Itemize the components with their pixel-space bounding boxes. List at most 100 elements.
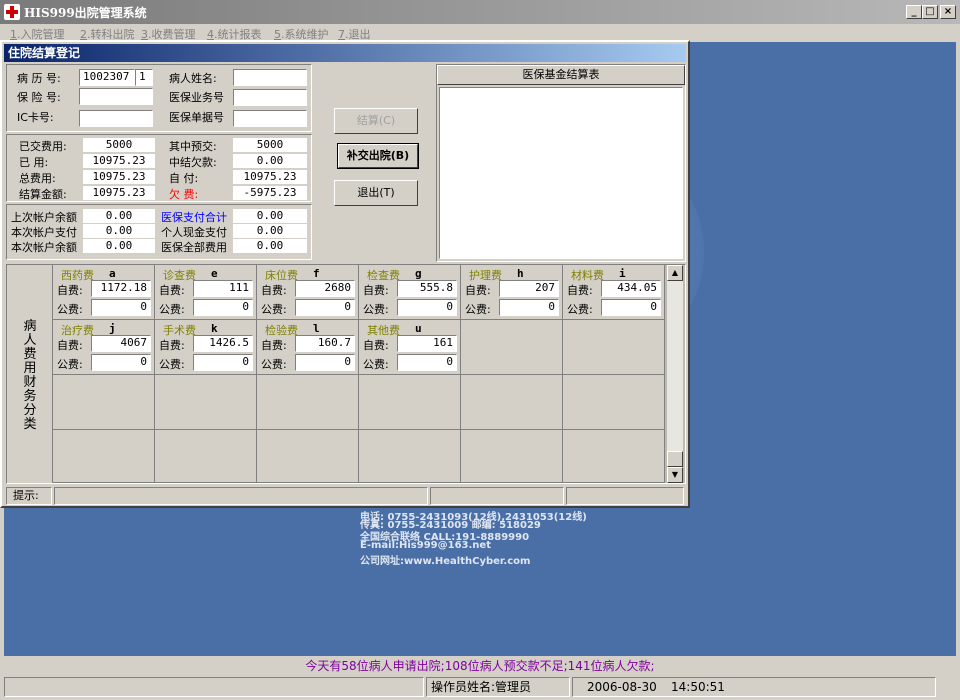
status-datetime: 2006-08-30 14:50:51 [572, 677, 936, 697]
fee-cell-u: 其他费 u 自费: 161 公费: 0 [359, 320, 461, 375]
public-fee-field[interactable]: 0 [193, 299, 253, 316]
used-label: 已 用: [19, 156, 49, 169]
fee-cell-a: 西药费 a 自费: 1172.18 公费: 0 [53, 265, 155, 320]
grid-side-header: 病人费用财务分类 [7, 265, 53, 483]
scroll-up-icon[interactable]: ▲ [667, 265, 683, 281]
public-fee-field[interactable]: 0 [397, 354, 457, 371]
ins-bill-label: 医保单据号 [169, 111, 224, 124]
public-fee-field[interactable]: 0 [295, 299, 355, 316]
record-seq-field[interactable]: 1 [135, 69, 153, 86]
side-label: 病人费用财务分类 [23, 319, 37, 432]
fee-cell-e: 诊查费 e 自费: 111 公费: 0 [155, 265, 257, 320]
total-label: 总费用: [19, 172, 56, 185]
account-group: 上次帐户余额 0.00 本次帐户支付 0.00 本次帐户余额 0.00 医保支付… [6, 204, 312, 260]
record-no-label: 病 历 号: [17, 72, 61, 85]
fund-settlement-panel: 医保基金结算表 [436, 64, 686, 262]
self-pay-value: 10975.23 [233, 170, 307, 184]
empty-cell [359, 430, 461, 483]
grid-scrollbar[interactable]: ▲ ▼ [667, 265, 683, 483]
status-date: 2006-08-30 [587, 680, 657, 694]
self-fee-field[interactable]: 434.05 [601, 280, 661, 297]
patient-name-field[interactable] [233, 69, 307, 86]
self-fee-field[interactable]: 160.7 [295, 335, 355, 352]
public-fee-field[interactable]: 0 [397, 299, 457, 316]
status-operator: 操作员姓名:管理员 [426, 677, 570, 697]
fee-cell-k: 手术费 k 自费: 1426.5 公费: 0 [155, 320, 257, 375]
mid-debt-label: 中结欠款: [169, 156, 217, 169]
cash-value: 0.00 [233, 224, 307, 238]
hint-text [54, 487, 428, 505]
ins-bill-field[interactable] [233, 110, 307, 127]
hint-panel-3 [566, 487, 684, 505]
status-time: 14:50:51 [671, 680, 725, 694]
fee-cell-g: 检查费 g 自费: 555.8 公费: 0 [359, 265, 461, 320]
public-fee-field[interactable]: 0 [193, 354, 253, 371]
ins-total-label: 医保支付合计 [161, 211, 227, 224]
cash-label: 个人现金支付 [161, 226, 227, 239]
settle-amount-value: 10975.23 [83, 186, 155, 200]
public-fee-field[interactable]: 0 [91, 299, 151, 316]
ins-business-label: 医保业务号 [169, 91, 224, 104]
this-pay-value: 0.00 [83, 224, 155, 238]
self-fee-field[interactable]: 111 [193, 280, 253, 297]
owed-value: -5975.23 [233, 186, 307, 200]
ins-business-field[interactable] [233, 89, 307, 106]
app-cross-icon [4, 4, 20, 20]
empty-cell [257, 375, 359, 430]
this-pay-label: 本次帐户支付 [11, 226, 77, 239]
self-fee-field[interactable]: 161 [397, 335, 457, 352]
used-value: 10975.23 [83, 154, 155, 168]
empty-cell [563, 430, 665, 483]
empty-cell [461, 375, 563, 430]
minimize-button[interactable]: _ [906, 5, 922, 19]
public-fee-field[interactable]: 0 [295, 354, 355, 371]
self-fee-field[interactable]: 207 [499, 280, 559, 297]
maximize-button[interactable]: □ [922, 5, 938, 19]
contact-website: 公司网址:www.HealthCyber.com [360, 556, 531, 567]
fee-cell-l: 检验费 l 自费: 160.7 公费: 0 [257, 320, 359, 375]
prepay-label: 其中预交: [169, 140, 217, 153]
empty-cell [461, 430, 563, 483]
ins-total-value: 0.00 [233, 209, 307, 223]
scroll-down-icon[interactable]: ▼ [667, 467, 683, 483]
public-fee-field[interactable]: 0 [499, 299, 559, 316]
self-pay-label: 自 付: [169, 172, 199, 185]
fee-cell-i: 材料费 i 自费: 434.05 公费: 0 [563, 265, 665, 320]
settlement-dialog: 住院结算登记 病 历 号: 1002307 1 保 险 号: IC卡号: 病人姓… [0, 40, 690, 508]
this-balance-value: 0.00 [83, 239, 155, 253]
last-balance-value: 0.00 [83, 209, 155, 223]
empty-cell [155, 375, 257, 430]
record-no-field[interactable]: 1002307 [79, 69, 135, 86]
public-fee-field[interactable]: 0 [91, 354, 151, 371]
mid-debt-value: 0.00 [233, 154, 307, 168]
status-bar: 操作员姓名:管理员 2006-08-30 14:50:51 [4, 676, 956, 698]
self-fee-field[interactable]: 1172.18 [91, 280, 151, 297]
supplement-discharge-button[interactable]: 补交出院(B) [337, 143, 419, 169]
exit-button[interactable]: 退出(T) [334, 180, 418, 206]
fee-category-grid: 病人费用财务分类 西药费 a 自费: 1172.18 公费: 0 诊查费 e 自费: 11… [6, 264, 686, 484]
ic-card-field[interactable] [79, 110, 153, 127]
self-fee-field[interactable]: 1426.5 [193, 335, 253, 352]
this-balance-label: 本次帐户余额 [11, 241, 77, 254]
hint-panel-2 [430, 487, 564, 505]
settle-button[interactable]: 结算(C) [334, 108, 418, 134]
self-fee-field[interactable]: 2680 [295, 280, 355, 297]
empty-cell [257, 430, 359, 483]
empty-cell [461, 320, 563, 375]
ic-card-label: IC卡号: [17, 111, 54, 124]
empty-cell [53, 430, 155, 483]
public-fee-field[interactable]: 0 [601, 299, 661, 316]
insurance-no-field[interactable] [79, 88, 153, 105]
notice-bar: 今天有58位病人申请出院;108位病人预交款不足;141位病人欠款; [4, 656, 956, 676]
close-button[interactable]: × [940, 5, 956, 19]
app-title: HIS999出院管理系统 [24, 6, 147, 20]
contact-email: E-mail:His999@163.net [360, 540, 491, 551]
paid-value: 5000 [83, 138, 155, 152]
empty-cell [563, 375, 665, 430]
empty-cell [359, 375, 461, 430]
fund-table-body[interactable] [439, 87, 683, 259]
self-fee-field[interactable]: 4067 [91, 335, 151, 352]
hint-bar: 提示: [6, 486, 686, 506]
scroll-thumb[interactable] [667, 451, 683, 467]
self-fee-field[interactable]: 555.8 [397, 280, 457, 297]
